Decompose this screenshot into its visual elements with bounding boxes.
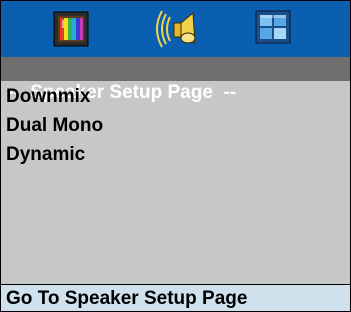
page-title-bar: -- Speaker Setup Page -- (1, 57, 350, 103)
menu-item-dual-mono[interactable]: Dual Mono (1, 112, 350, 141)
menu-list: Downmix Dual Mono Dynamic (1, 83, 350, 170)
preference-panel-icon[interactable] (254, 9, 294, 50)
menu-item-dynamic[interactable]: Dynamic (1, 141, 350, 170)
tv-color-bars-icon[interactable] (53, 11, 89, 52)
icon-toolbar (1, 1, 350, 57)
speaker-icon[interactable] (155, 7, 199, 56)
osd-window: -- Speaker Setup Page -- Downmix Dual Mo… (0, 0, 351, 312)
menu-item-downmix[interactable]: Downmix (1, 83, 350, 112)
status-bar: Go To Speaker Setup Page (1, 284, 350, 311)
